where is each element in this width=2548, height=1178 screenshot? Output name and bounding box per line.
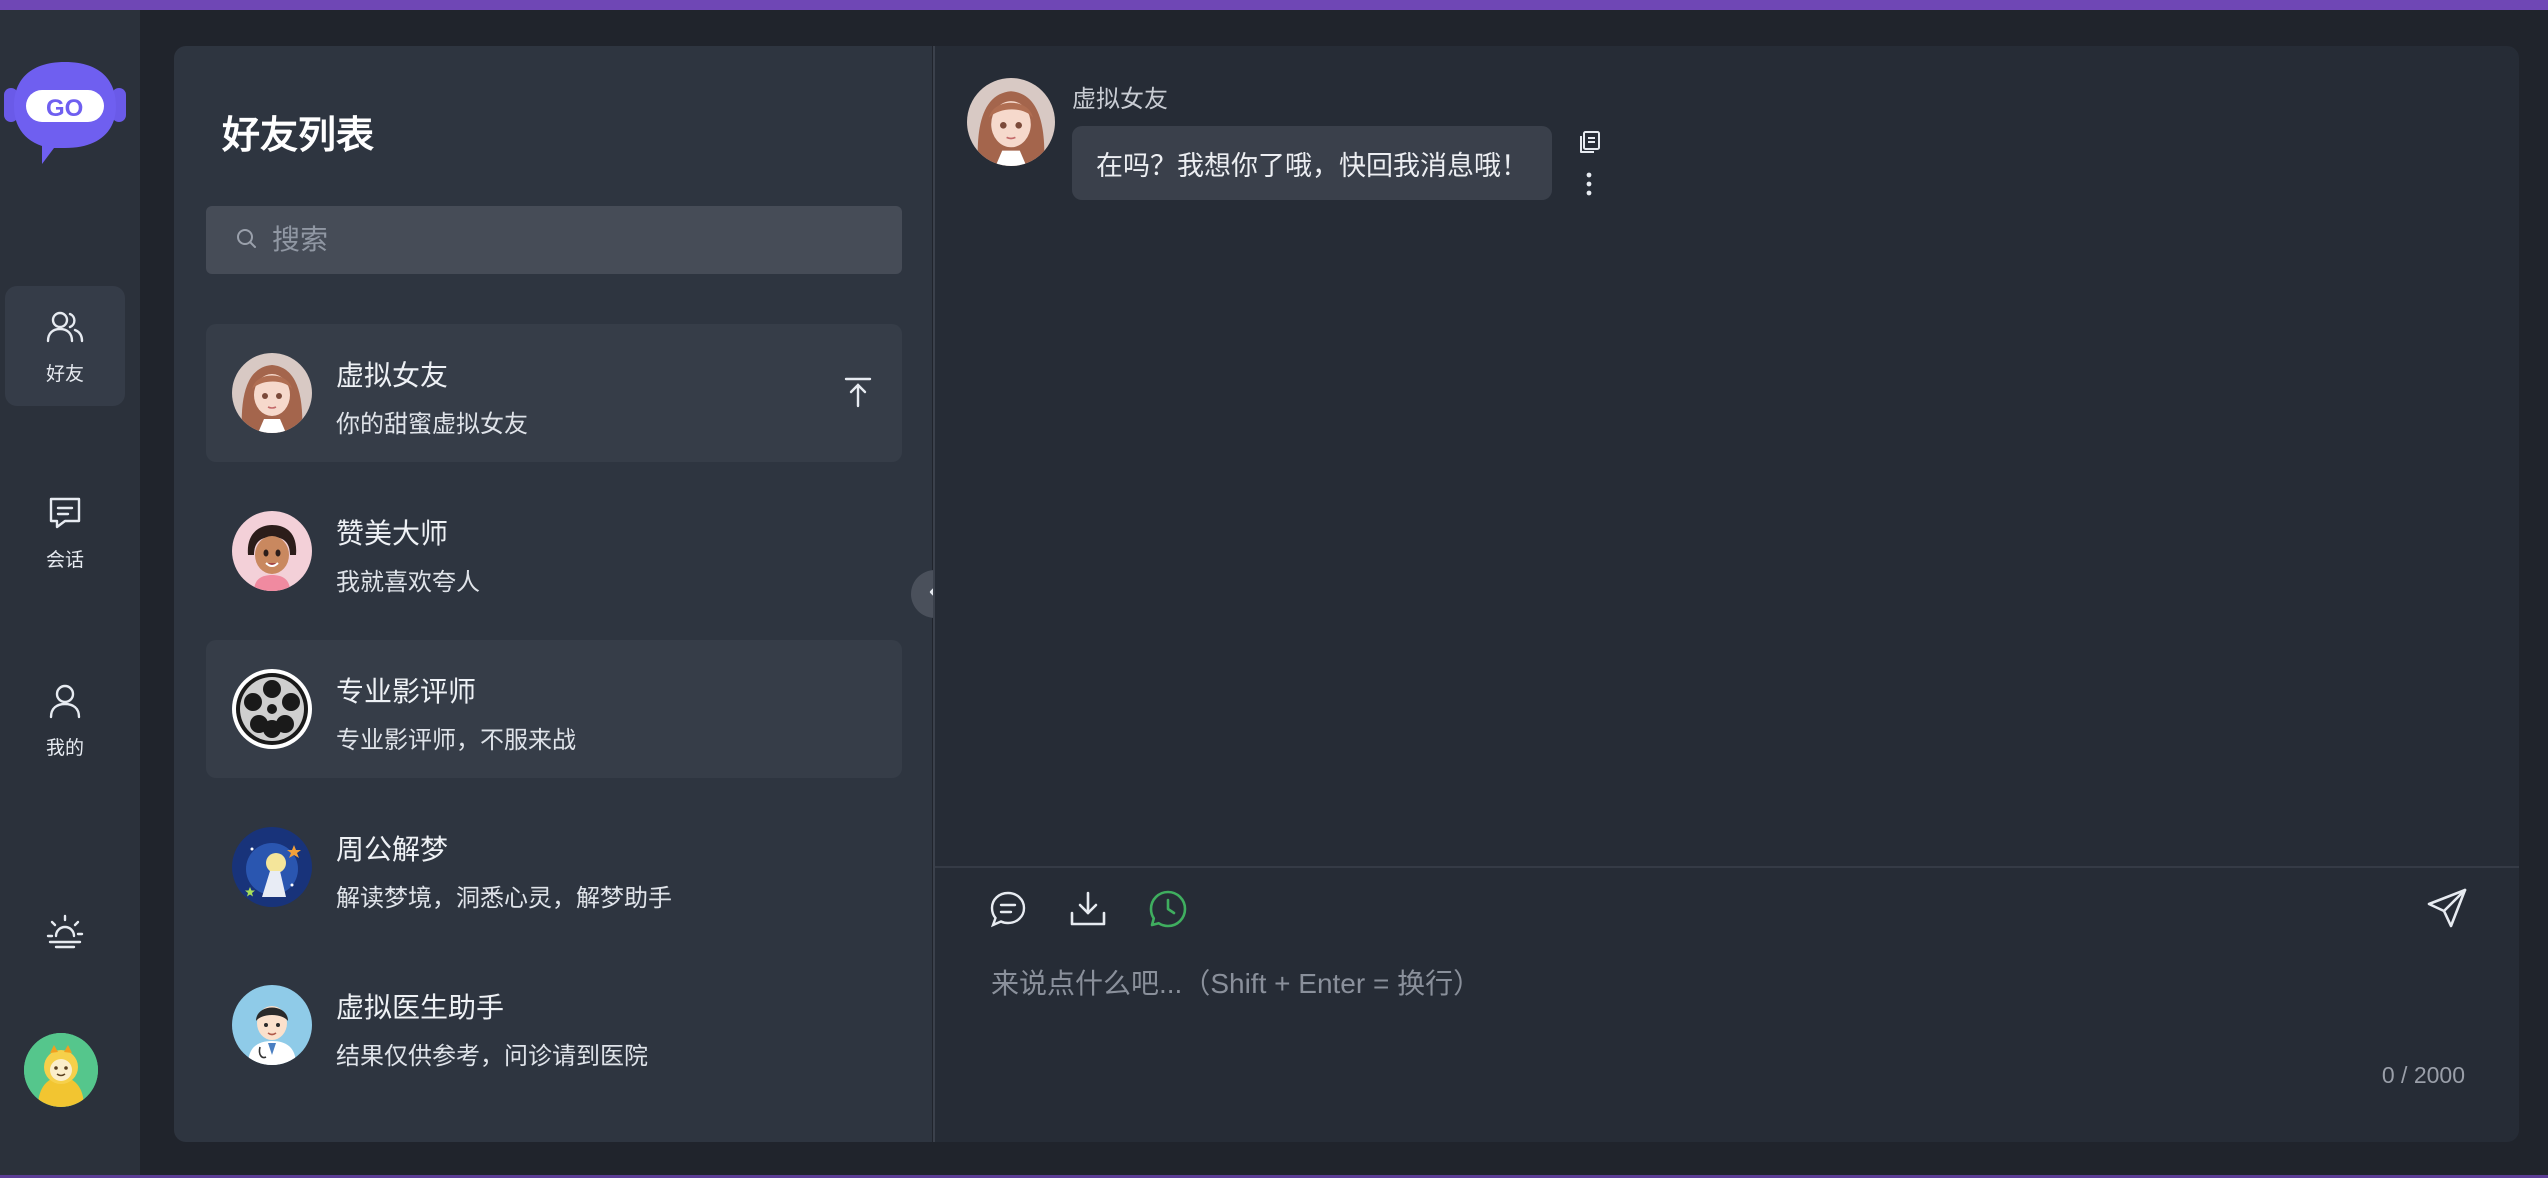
send-icon: [2425, 888, 2469, 934]
message-text: 在吗？我想你了哦，快回我消息哦！: [1096, 150, 1528, 181]
friend-name: 赞美大师: [336, 518, 449, 549]
logo-text: GO: [46, 95, 83, 122]
copy-icon[interactable]: [1575, 128, 1603, 156]
download-icon[interactable]: [1067, 888, 1109, 930]
friend-item-dream-interpreter[interactable]: 周公解梦 解读梦境，洞悉心灵，解梦助手: [206, 798, 902, 936]
search-box[interactable]: [206, 206, 902, 274]
nav-item-me[interactable]: 我的: [5, 660, 125, 780]
more-vertical-icon[interactable]: [1577, 170, 1601, 198]
anime-girl-avatar: [232, 353, 312, 433]
message-sender-name: 虚拟女友: [1072, 86, 1168, 113]
friends-title: 好友列表: [222, 115, 375, 157]
friend-item-doctor-assistant[interactable]: 虚拟医生助手 结果仅供参考，问诊请到医院: [206, 956, 902, 1094]
input-divider: [935, 866, 2519, 868]
chat-icon: [45, 493, 85, 539]
new-topic-icon[interactable]: [987, 888, 1029, 930]
friend-desc: 我就喜欢夸人: [336, 569, 480, 596]
cartoon-girl-avatar: [232, 511, 312, 591]
friend-name: 专业影评师: [336, 676, 477, 707]
users-icon: [45, 307, 85, 353]
message-input[interactable]: [989, 960, 2473, 1064]
character-counter: 0 / 2000: [2381, 1062, 2465, 1088]
film-reel-avatar: [232, 669, 312, 749]
window-top-accent-bar: [0, 0, 2548, 10]
friend-desc: 你的甜蜜虚拟女友: [336, 411, 528, 438]
send-button[interactable]: [2425, 886, 2469, 930]
friend-name: 虚拟医生助手: [336, 992, 505, 1023]
theme-toggle-icon[interactable]: [44, 910, 86, 952]
nav-rail: GO 好友 会话 我的: [0, 10, 140, 1175]
chat-panel: 虚拟女友 在吗？我想你了哦，快回我消息哦！ 来说点什么吧...（Shift + …: [933, 46, 2519, 1142]
history-clock-icon[interactable]: [1147, 888, 1189, 930]
friend-item-virtual-girlfriend[interactable]: 虚拟女友 你的甜蜜虚拟女友: [206, 324, 902, 462]
app-logo: GO: [2, 54, 128, 166]
nav-friends-label: 好友: [45, 363, 84, 385]
friends-panel: 好友列表 虚: [174, 46, 932, 1142]
dream-night-avatar: [232, 827, 312, 907]
nav-item-sessions[interactable]: 会话: [5, 472, 125, 592]
message-bubble: 在吗？我想你了哦，快回我消息哦！: [1072, 126, 1552, 200]
friend-name: 虚拟女友: [336, 360, 449, 391]
pin-to-top-icon[interactable]: [840, 374, 876, 410]
nav-item-friends[interactable]: 好友: [5, 286, 125, 406]
friend-desc: 专业影评师，不服来战: [336, 727, 576, 754]
search-icon: [206, 226, 258, 255]
nav-sessions-label: 会话: [45, 549, 84, 571]
search-input[interactable]: [270, 223, 874, 257]
nav-me-label: 我的: [45, 737, 84, 759]
friend-desc: 解读梦境，洞悉心灵，解梦助手: [336, 885, 672, 912]
friend-item-film-critic[interactable]: 专业影评师 专业影评师，不服来战: [206, 640, 902, 778]
friend-list: 虚拟女友 你的甜蜜虚拟女友 赞美大师 我就喜欢夸人 专业影评师 专业影评师，不服…: [206, 324, 902, 1114]
doctor-avatar: [232, 985, 312, 1065]
message-sender-avatar: [967, 78, 1055, 166]
friend-name: 周公解梦: [336, 834, 449, 865]
friend-desc: 结果仅供参考，问诊请到医院: [336, 1043, 648, 1070]
friend-item-praise-master[interactable]: 赞美大师 我就喜欢夸人: [206, 482, 902, 620]
user-avatar[interactable]: [24, 1033, 98, 1107]
user-icon: [45, 681, 85, 727]
